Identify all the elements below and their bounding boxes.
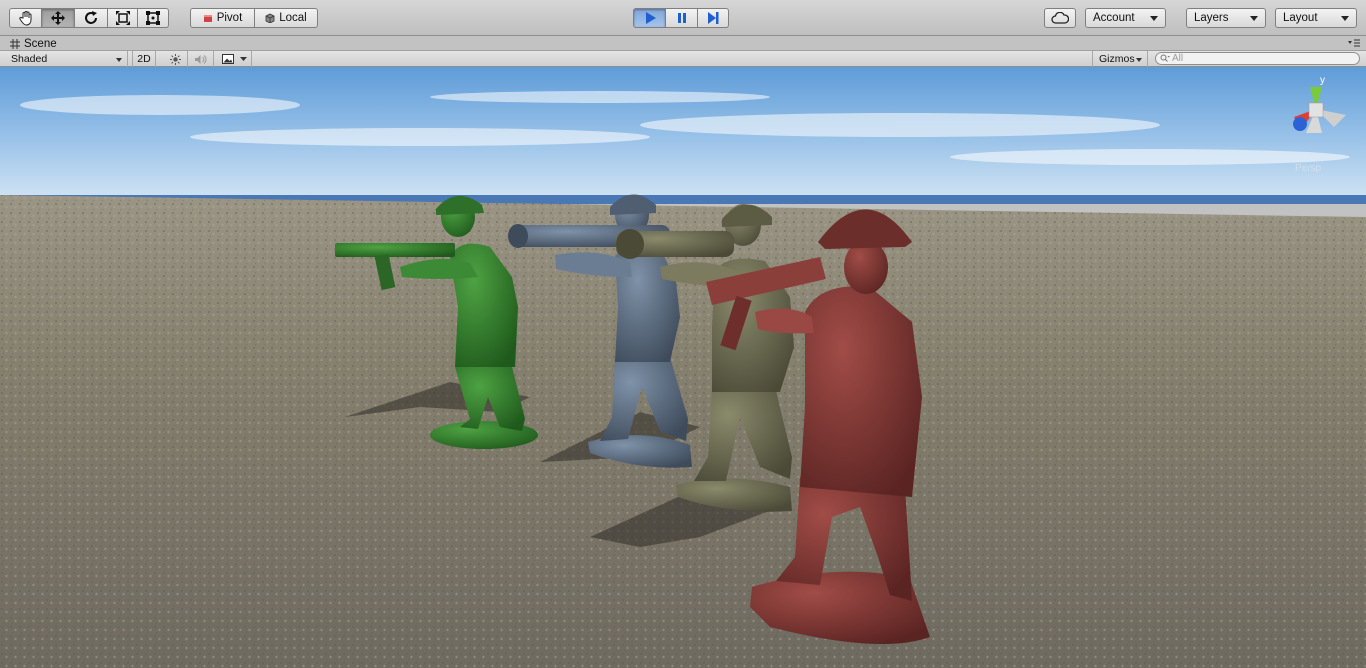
- rotate-icon: [85, 11, 97, 24]
- layout-dropdown[interactable]: Layout: [1275, 8, 1357, 28]
- scale-icon: [115, 11, 130, 25]
- hand-tool-button[interactable]: [9, 8, 42, 28]
- audio-toggle[interactable]: [188, 51, 214, 67]
- effects-dropdown[interactable]: [216, 51, 252, 67]
- gizmos-label: Gizmos: [1099, 53, 1135, 65]
- scene-tab-bar: Scene: [0, 36, 1366, 51]
- move-tool-button[interactable]: [42, 8, 75, 28]
- local-toggle[interactable]: Local: [255, 8, 318, 28]
- layers-dropdown[interactable]: Layers: [1186, 8, 1266, 28]
- pause-button[interactable]: [666, 8, 698, 28]
- scene-render: y Persp: [0, 67, 1366, 668]
- layers-label: Layers: [1194, 12, 1229, 24]
- tab-menu-icon[interactable]: [1348, 39, 1360, 48]
- scene-tab[interactable]: Scene: [4, 36, 63, 51]
- scene-tab-label: Scene: [24, 37, 57, 50]
- account-dropdown[interactable]: Account: [1085, 8, 1166, 28]
- shading-mode-dropdown[interactable]: Shaded: [0, 51, 128, 67]
- lighting-toggle[interactable]: [164, 51, 188, 67]
- rect-transform-icon: [146, 11, 160, 25]
- chevron-down-icon: [240, 56, 247, 61]
- scene-grid-icon: [10, 38, 20, 49]
- rotate-tool-button[interactable]: [75, 8, 108, 28]
- local-label: Local: [279, 12, 307, 24]
- pivot-label: Pivot: [216, 12, 243, 24]
- speaker-icon: [195, 54, 207, 64]
- layout-label: Layout: [1283, 12, 1318, 24]
- scene-controls-bar: Shaded 2D Gizmos All: [0, 51, 1366, 67]
- scene-search-input[interactable]: All: [1155, 52, 1360, 65]
- image-effects-icon: [222, 54, 234, 64]
- step-icon: [708, 12, 719, 24]
- 2d-label: 2D: [137, 53, 151, 65]
- 2d-toggle[interactable]: 2D: [132, 51, 156, 67]
- sun-icon: [170, 53, 181, 65]
- search-icon: [1160, 54, 1170, 62]
- scale-tool-button[interactable]: [108, 8, 138, 28]
- cloud-button[interactable]: [1044, 8, 1076, 28]
- shading-mode-label: Shaded: [11, 53, 48, 65]
- gizmos-dropdown[interactable]: Gizmos: [1092, 51, 1148, 67]
- scene-viewport[interactable]: y Persp: [0, 67, 1366, 668]
- move-icon: [51, 11, 65, 25]
- search-placeholder: All: [1172, 53, 1184, 64]
- pause-icon: [677, 13, 686, 23]
- account-label: Account: [1093, 12, 1135, 24]
- play-button[interactable]: [633, 8, 666, 28]
- step-button[interactable]: [698, 8, 729, 28]
- gizmo-view-label: Persp: [1295, 163, 1322, 174]
- main-toolbar: Pivot Local Account Layers Layout: [0, 0, 1366, 36]
- pivot-toggle[interactable]: Pivot: [190, 8, 255, 28]
- cloud-icon: [1051, 12, 1069, 24]
- gizmo-y-label: y: [1320, 75, 1325, 86]
- pivot-icon: [203, 15, 212, 22]
- hand-icon: [18, 11, 31, 26]
- rect-tool-button[interactable]: [138, 8, 169, 28]
- play-icon: [645, 12, 656, 24]
- local-cube-icon: [265, 13, 275, 23]
